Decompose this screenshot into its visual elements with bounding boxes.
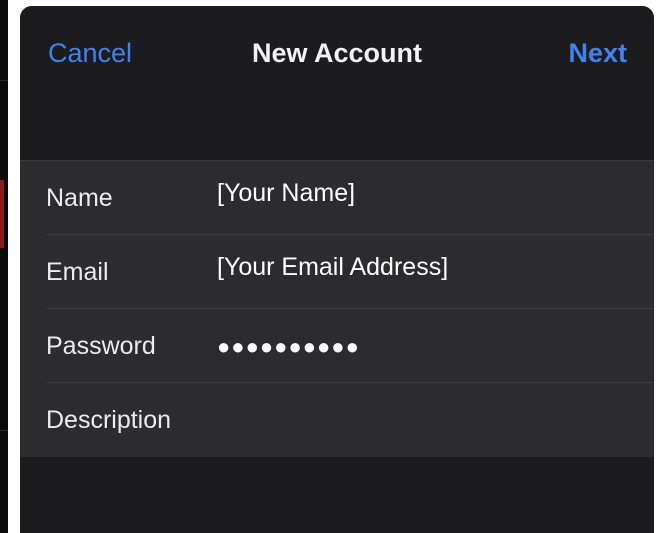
email-row[interactable]: Email [Your Email Address] bbox=[20, 235, 654, 309]
next-button[interactable]: Next bbox=[568, 36, 627, 70]
password-row[interactable]: Password ●●●●●●●●●● bbox=[20, 309, 654, 383]
background-window-accent bbox=[0, 180, 4, 248]
new-account-sheet: New Account Cancel Next Name [Your Name]… bbox=[20, 6, 654, 533]
section-spacer bbox=[20, 100, 654, 160]
background-window-divider bbox=[0, 430, 8, 431]
name-row[interactable]: Name [Your Name] bbox=[20, 161, 654, 235]
name-field[interactable]: [Your Name] bbox=[217, 177, 627, 209]
description-row[interactable]: Description bbox=[20, 383, 654, 457]
cancel-button[interactable]: Cancel bbox=[48, 36, 132, 70]
description-label: Description bbox=[46, 406, 172, 434]
navigation-bar: New Account Cancel Next bbox=[20, 6, 654, 100]
password-label: Password bbox=[46, 332, 156, 360]
email-label: Email bbox=[46, 258, 109, 286]
email-field[interactable]: [Your Email Address] bbox=[217, 251, 627, 283]
background-window-divider bbox=[0, 80, 8, 81]
account-form: Name [Your Name] Email [Your Email Addre… bbox=[20, 160, 654, 458]
page-title: New Account bbox=[251, 38, 422, 68]
password-field[interactable]: ●●●●●●●●●● bbox=[217, 331, 627, 363]
name-label: Name bbox=[46, 184, 113, 212]
background-window-edge bbox=[0, 0, 8, 533]
sheet-footer-space bbox=[20, 457, 654, 533]
